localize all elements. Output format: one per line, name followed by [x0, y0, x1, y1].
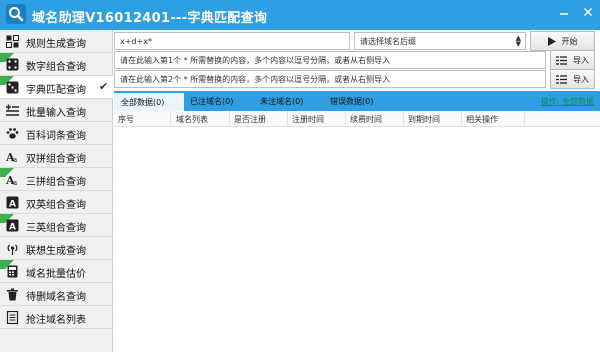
sidebar-item-label: 联想生成查询: [26, 246, 86, 257]
sidebar-item-dict-query[interactable]: 字典匹配查询 ✔: [0, 76, 113, 99]
results-table-header: 序号 域名列表 是否注册 注册时间 续费时间 到期时间 相关操作: [114, 111, 600, 127]
letter-a-icon: A: [6, 196, 19, 209]
up-down-arrow-icon: ▲ ▼: [515, 34, 521, 48]
start-button-label: 开始: [561, 36, 578, 46]
tab-error-data[interactable]: 错误数据(0): [330, 91, 373, 111]
svg-text:a: a: [13, 156, 17, 163]
magnifier-logo-icon: [6, 4, 26, 24]
checkmark-icon: ✔: [99, 80, 109, 93]
sidebar-item-triple-pinyin-query[interactable]: A a 三拼组合查询: [0, 168, 113, 191]
list-plus-icon: [6, 104, 19, 116]
letter-a-icon: A: [6, 219, 19, 232]
column-header-actions[interactable]: 相关操作: [466, 114, 498, 125]
sidebar-item-label: 待删域名查询: [26, 292, 86, 303]
sidebar-item-label: 三英组合查询: [26, 223, 86, 234]
sidebar-item-double-english-query[interactable]: A 双英组合查询: [0, 191, 113, 214]
sidebar-item-label: 批量输入查询: [26, 108, 86, 119]
sidebar-item-rule-query[interactable]: 规则生成查询: [0, 30, 113, 53]
trash-icon: [7, 288, 18, 301]
column-header-domain[interactable]: 域名列表: [176, 114, 208, 125]
column-header-registered[interactable]: 是否注册: [234, 114, 266, 125]
tab-all-data[interactable]: 全部数据(0): [114, 91, 184, 111]
sidebar-item-label: 字典匹配查询: [26, 85, 86, 96]
close-button[interactable]: [576, 0, 600, 24]
pattern-input[interactable]: x+d+x*: [114, 32, 350, 50]
replace-input-1[interactable]: 请在此输入第1个 * 所需替换的内容，多个内容以逗号分隔，或者从右侧导入: [114, 51, 546, 69]
start-button[interactable]: 开始: [530, 31, 595, 51]
calculator-icon: [7, 265, 18, 278]
sidebar-item-label: 双英组合查询: [26, 200, 86, 211]
sidebar-item-double-pinyin-query[interactable]: A a 双拼组合查询: [0, 145, 113, 168]
list-icon: [556, 55, 567, 65]
result-tabs: 全部数据(0) 已注域名(0) 未注域名(0) 错误数据(0) 操作: 全部数据: [114, 91, 600, 111]
operation-link[interactable]: 操作: 全部数据: [541, 96, 594, 107]
sidebar-item-snap-list[interactable]: 抢注域名列表: [0, 306, 113, 329]
sidebar-item-triple-english-query[interactable]: A 三英组合查询: [0, 214, 113, 237]
sidebar-item-label: 百科词条查询: [26, 131, 86, 142]
window-title: 域名助理V16012401---字典匹配查询: [32, 11, 268, 26]
close-icon: [583, 7, 593, 17]
sidebar-item-wiki-query[interactable]: 百科词条查询: [0, 122, 113, 145]
sidebar-item-associate-query[interactable]: 联想生成查询: [0, 237, 113, 260]
sidebar-item-number-query[interactable]: 数字组合查询: [0, 53, 113, 76]
column-header-renew-date[interactable]: 续费时间: [350, 114, 382, 125]
sidebar-item-label: 域名批量估价: [26, 269, 86, 280]
column-divider: [287, 111, 288, 127]
suffix-select-value: 请选择域名后缀: [360, 36, 416, 46]
broadcast-icon: [7, 244, 18, 255]
import-button-1[interactable]: 导入: [550, 50, 595, 70]
sidebar-item-label: 规则生成查询: [26, 39, 86, 50]
column-divider: [170, 111, 171, 127]
sidebar-item-label: 三拼组合查询: [26, 177, 86, 188]
suffix-select[interactable]: 请选择域名后缀 ▲ ▼: [354, 32, 526, 50]
svg-text:a: a: [13, 179, 17, 186]
font-icon: A a: [6, 151, 17, 163]
replace-input-2[interactable]: 请在此输入第2个 * 所需替换的内容，多个内容以逗号分隔，或者从右侧导入: [114, 70, 546, 88]
paw-icon: [6, 128, 19, 139]
sidebar-item-label: 双拼组合查询: [26, 154, 86, 165]
dice-icon: [6, 81, 19, 94]
sidebar-item-batch-query[interactable]: 批量输入查询: [0, 99, 113, 122]
title-bar: 域名助理V16012401---字典匹配查询: [0, 0, 600, 30]
column-divider: [403, 111, 404, 127]
svg-text:A: A: [9, 200, 16, 210]
dice-icon: [6, 58, 19, 71]
column-header-index[interactable]: 序号: [118, 114, 134, 125]
column-divider: [345, 111, 346, 127]
sidebar-item-label: 抢注域名列表: [26, 315, 86, 326]
import-button-2[interactable]: 导入: [550, 69, 595, 89]
sidebar-item-batch-valuation[interactable]: 域名批量估价: [0, 260, 113, 283]
tab-unregistered[interactable]: 未注域名(0): [260, 91, 303, 111]
sidebar-item-pending-delete-query[interactable]: 待删域名查询: [0, 283, 113, 306]
list-icon: [556, 74, 567, 84]
grid-icon: [6, 35, 19, 48]
main-panel: x+d+x* 请选择域名后缀 ▲ ▼ 开始 请在此输入第1个 * 所需替换的内容，…: [114, 30, 600, 352]
font-icon: A a: [6, 174, 17, 186]
column-header-expire-date[interactable]: 到期时间: [408, 114, 440, 125]
play-icon: [547, 36, 556, 46]
column-header-reg-date[interactable]: 注册时间: [292, 114, 324, 125]
import-button-label: 导入: [573, 74, 589, 84]
column-divider: [229, 111, 230, 127]
minimize-icon: [560, 13, 568, 15]
import-button-label: 导入: [573, 55, 589, 65]
column-divider: [461, 111, 462, 127]
minimize-button[interactable]: [552, 0, 576, 24]
column-divider: [524, 111, 525, 127]
sidebar-item-label: 数字组合查询: [26, 62, 86, 73]
svg-text:A: A: [9, 223, 16, 233]
tab-registered[interactable]: 已注域名(0): [190, 91, 233, 111]
document-icon: [6, 311, 19, 324]
sidebar: 规则生成查询 数字组合查询 字典匹配查询 ✔ 批量输入查询 百科词条查询 A a…: [0, 30, 113, 352]
